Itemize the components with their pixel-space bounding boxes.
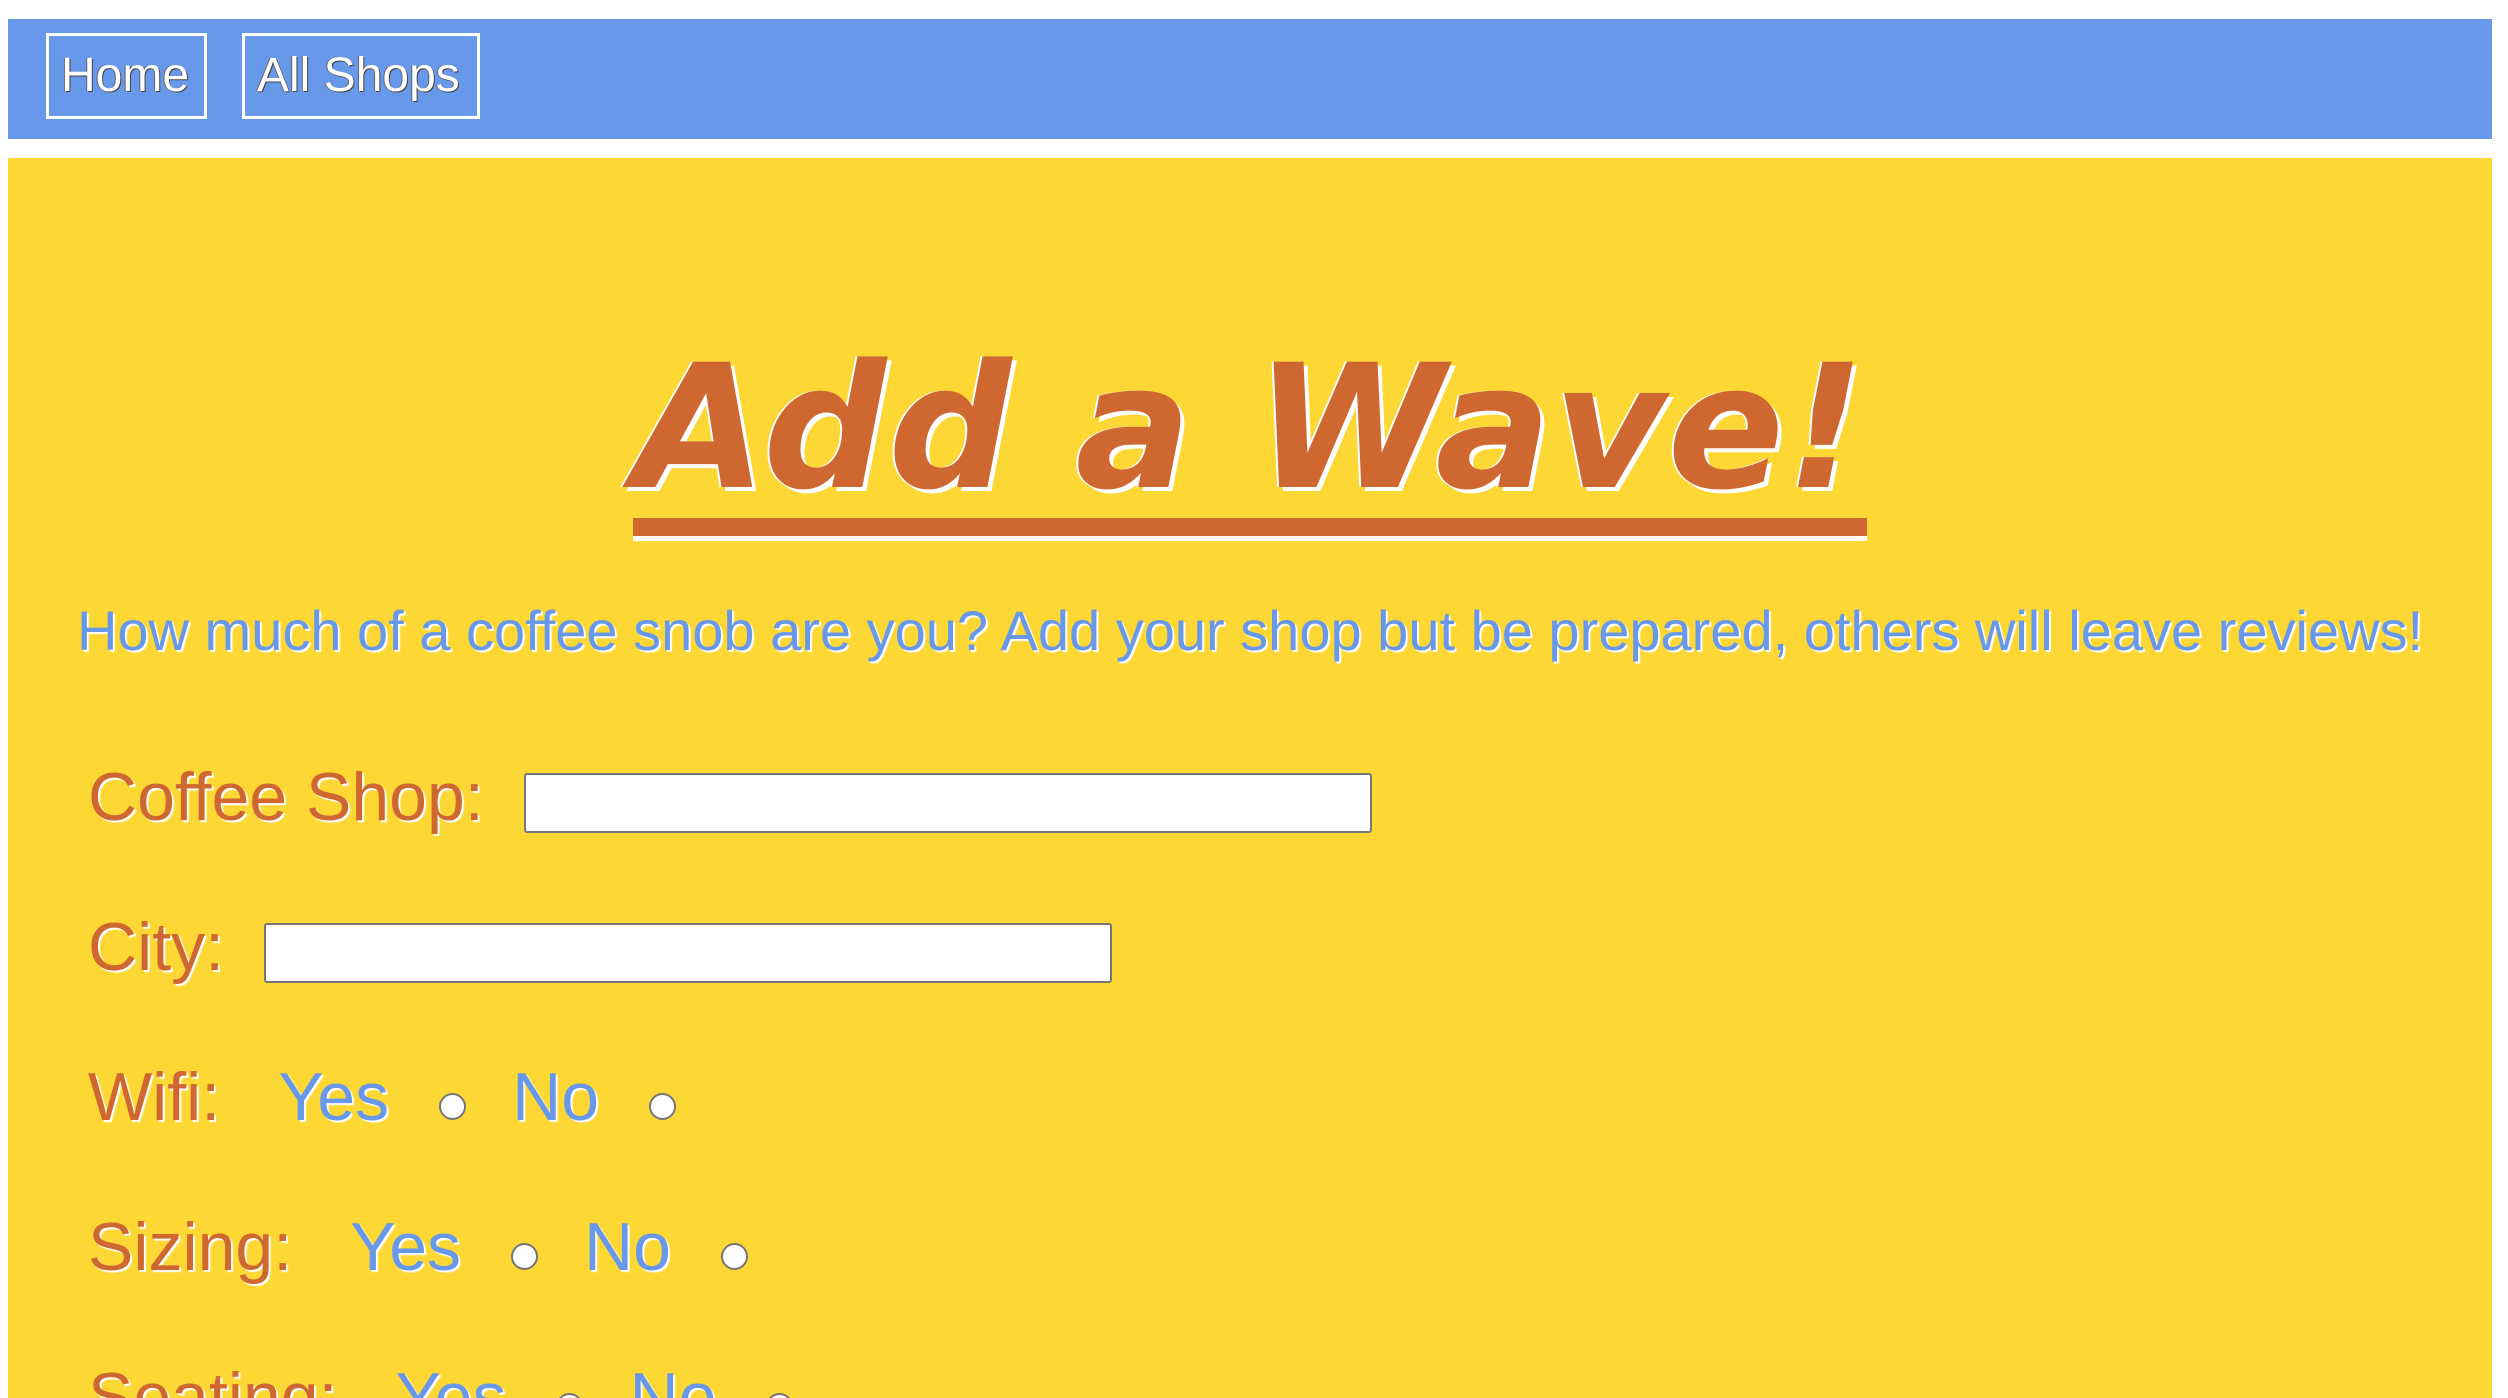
wifi-row: Wifi: Yes No — [88, 1058, 676, 1136]
coffee-shop-label: Coffee Shop: — [88, 758, 484, 836]
nav-home-link[interactable]: Home — [46, 33, 207, 119]
wifi-yes-label: Yes — [278, 1058, 389, 1136]
sizing-label: Sizing: — [88, 1208, 292, 1286]
seating-yes-label: Yes — [396, 1358, 507, 1398]
coffee-shop-input[interactable] — [524, 773, 1372, 833]
page-title: Add a Wave! — [8, 338, 2492, 536]
coffee-shop-row: Coffee Shop: — [88, 758, 1372, 836]
sizing-yes-label: Yes — [350, 1208, 461, 1286]
page-title-text: Add a Wave! — [633, 338, 1866, 536]
wifi-no-radio[interactable] — [649, 1093, 676, 1120]
sizing-row: Sizing: Yes No — [88, 1208, 748, 1286]
wifi-label: Wifi: — [88, 1058, 220, 1136]
nav-all-shops-link[interactable]: All Shops — [242, 33, 480, 119]
main-panel: Add a Wave! How much of a coffee snob ar… — [8, 158, 2492, 1398]
seating-no-radio[interactable] — [766, 1393, 793, 1398]
sizing-no-radio[interactable] — [721, 1243, 748, 1270]
seating-label: Seating: — [88, 1358, 338, 1398]
wifi-yes-radio[interactable] — [439, 1093, 466, 1120]
wifi-no-label: No — [512, 1058, 599, 1136]
seating-row: Seating: Yes No — [88, 1358, 793, 1398]
seating-yes-radio[interactable] — [556, 1393, 583, 1398]
page-subtitle: How much of a coffee snob are you? Add y… — [8, 598, 2492, 663]
city-row: City: — [88, 908, 1112, 986]
city-label: City: — [88, 908, 224, 986]
seating-no-label: No — [629, 1358, 716, 1398]
sizing-no-label: No — [584, 1208, 671, 1286]
city-input[interactable] — [264, 923, 1112, 983]
sizing-yes-radio[interactable] — [511, 1243, 538, 1270]
top-nav: Home All Shops — [8, 19, 2492, 139]
